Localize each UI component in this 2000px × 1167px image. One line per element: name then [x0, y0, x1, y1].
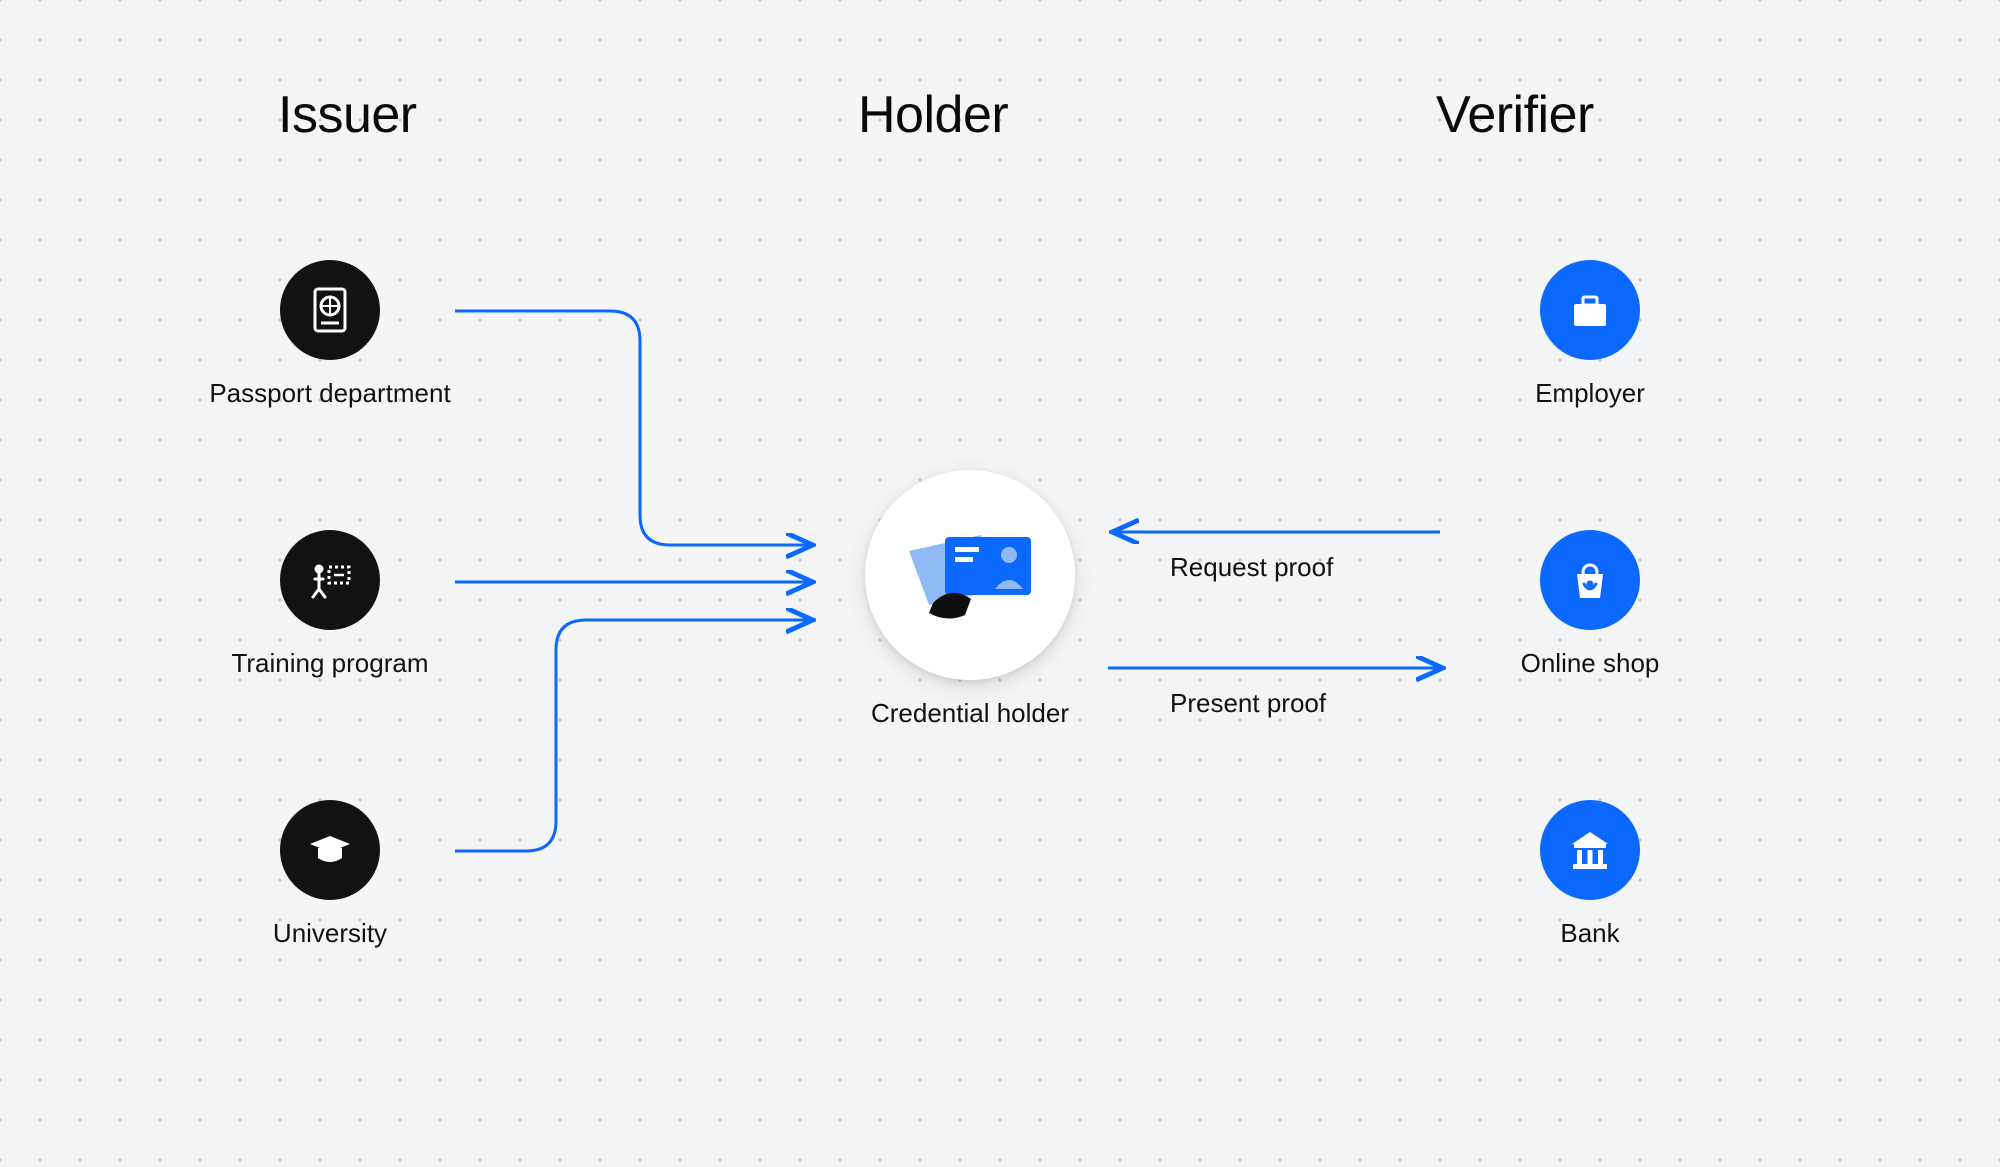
credential-card-icon — [865, 470, 1075, 680]
bank-icon — [1540, 800, 1640, 900]
graduation-icon — [280, 800, 380, 900]
issuer-label: Training program — [231, 648, 428, 679]
issuer-node-university: University — [200, 800, 460, 949]
verifier-node-employer: Employer — [1480, 260, 1700, 409]
verifier-node-shop: Online shop — [1480, 530, 1700, 679]
verifier-label: Bank — [1560, 918, 1619, 949]
issuer-label: University — [273, 918, 387, 949]
passport-icon — [280, 260, 380, 360]
flow-label-request: Request proof — [1170, 552, 1333, 583]
verifier-node-bank: Bank — [1480, 800, 1700, 949]
issuer-node-passport: Passport department — [200, 260, 460, 409]
issuer-node-training: Training program — [200, 530, 460, 679]
flow-label-present: Present proof — [1170, 688, 1326, 719]
heading-holder: Holder — [858, 85, 1008, 145]
holder-node: Credential holder — [840, 470, 1100, 729]
issuer-label: Passport department — [209, 378, 450, 409]
heading-issuer: Issuer — [278, 85, 417, 145]
heading-verifier: Verifier — [1436, 85, 1594, 145]
verifier-label: Online shop — [1521, 648, 1660, 679]
presentation-icon — [280, 530, 380, 630]
shopping-bag-icon — [1540, 530, 1640, 630]
verifier-label: Employer — [1535, 378, 1645, 409]
diagram-canvas: Issuer Holder Verifier Passport departme… — [0, 0, 2000, 1167]
briefcase-icon — [1540, 260, 1640, 360]
holder-label: Credential holder — [871, 698, 1069, 729]
